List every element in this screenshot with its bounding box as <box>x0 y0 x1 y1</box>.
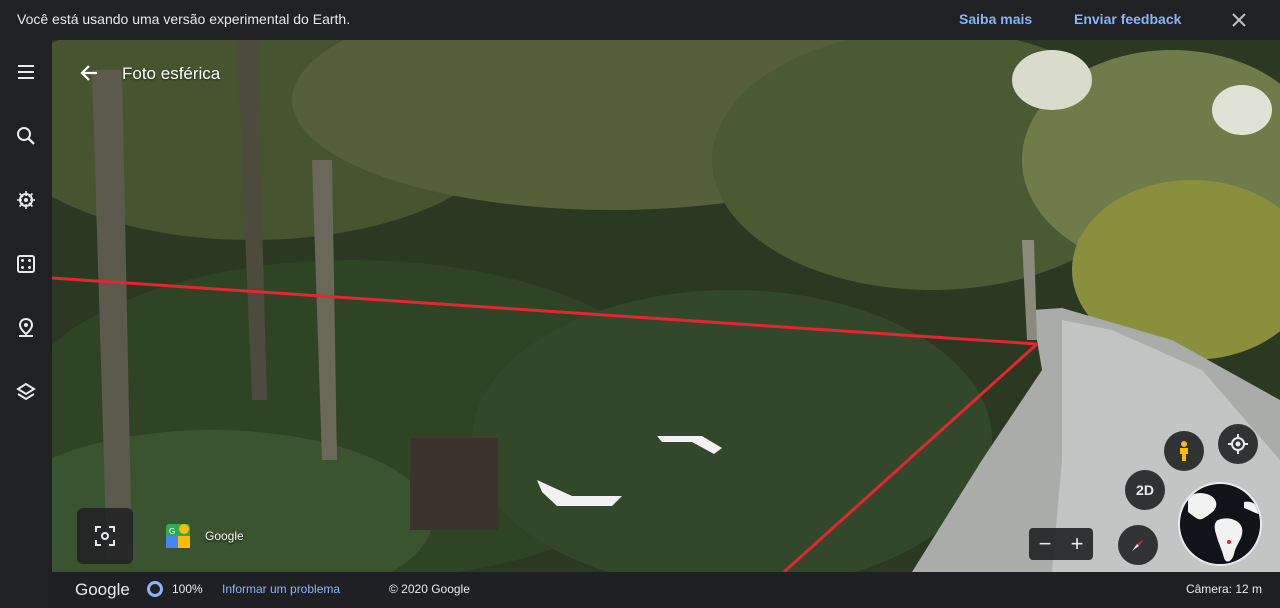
zoom-control: − + <box>1029 528 1093 560</box>
status-bar: Google 100% Informar um problema © 2020 … <box>52 572 1280 608</box>
forest-panorama <box>52 40 1280 572</box>
feeling-lucky-icon[interactable] <box>12 250 40 278</box>
left-rail <box>0 40 52 608</box>
globe-icon <box>1180 484 1260 564</box>
experimental-banner: Você está usando uma versão experimental… <box>0 0 1280 40</box>
report-problem-link[interactable]: Informar um problema <box>222 582 340 596</box>
zoom-in-button[interactable]: + <box>1061 528 1093 560</box>
pegman-button[interactable] <box>1164 431 1204 471</box>
google-logo: Google <box>75 580 130 599</box>
spherical-photo-view[interactable]: Foto esférica G Google 2D − + <box>52 40 1280 572</box>
my-location-icon <box>1228 434 1248 454</box>
toggle-2d-button[interactable]: 2D <box>1125 470 1165 510</box>
loading-progress-text: 100% <box>172 582 203 596</box>
pegman-icon <box>1180 441 1188 461</box>
map-style-icon[interactable] <box>12 378 40 406</box>
copyright-text: © 2020 Google <box>389 582 470 596</box>
photo-title: Foto esférica <box>122 64 221 83</box>
camera-altitude: Câmera: 12 m <box>1185 582 1262 596</box>
search-icon[interactable] <box>12 122 40 150</box>
arrow-back-icon[interactable] <box>78 62 100 84</box>
send-feedback-link[interactable]: Enviar feedback <box>1074 11 1181 27</box>
learn-more-link[interactable]: Saiba mais <box>959 11 1032 27</box>
voyager-icon[interactable] <box>12 186 40 214</box>
compass-button[interactable] <box>1118 525 1158 565</box>
projects-icon[interactable] <box>12 314 40 342</box>
close-icon[interactable] <box>1228 9 1250 31</box>
loading-progress-icon <box>147 581 163 597</box>
compass-icon <box>1132 539 1144 551</box>
svg-text:G: G <box>169 527 175 536</box>
capture-screenshot-button[interactable] <box>77 508 133 564</box>
banner-message: Você está usando uma versão experimental… <box>17 11 351 27</box>
menu-icon[interactable] <box>12 58 40 86</box>
capture-icon <box>95 526 115 546</box>
google-maps-contributor-icon: G <box>166 524 190 548</box>
mini-globe[interactable] <box>1178 482 1262 566</box>
my-location-button[interactable] <box>1218 424 1258 464</box>
zoom-out-button[interactable]: − <box>1029 528 1061 560</box>
contributor-name: Google <box>205 529 244 543</box>
